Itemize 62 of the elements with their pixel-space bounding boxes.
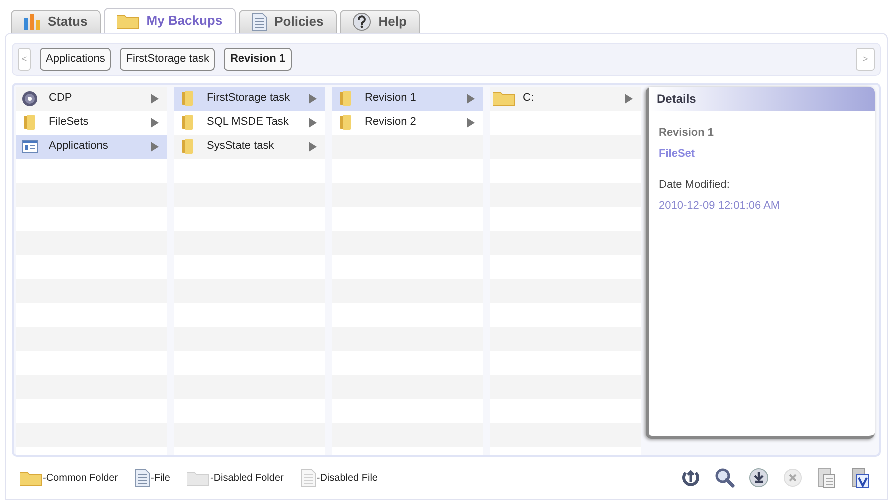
folder-icon	[182, 115, 194, 130]
arrow-icon	[467, 94, 475, 104]
clipboard-check-icon	[852, 467, 870, 490]
date-value: 2010-12-09 12:01:06 AM	[659, 199, 782, 214]
download-icon	[749, 468, 769, 488]
window-icon	[22, 140, 38, 154]
arrow-icon	[467, 118, 475, 128]
tab[interactable]: Status	[11, 10, 101, 33]
item-name: Revision 1	[659, 126, 716, 141]
clipboard-icon	[818, 467, 836, 490]
item-label: Applications	[49, 139, 110, 154]
item-label: SQL MSDE Task	[207, 115, 290, 130]
folder-list-item[interactable]: FirstStorage task	[174, 86, 325, 111]
item-label: C:	[523, 91, 535, 106]
folder-list-item[interactable]: Applications	[16, 134, 167, 159]
item-label: CDP	[49, 91, 74, 106]
document-icon	[252, 13, 267, 31]
search-button[interactable]	[713, 466, 737, 490]
tab[interactable]: Policies	[238, 10, 337, 33]
refresh-icon	[681, 468, 701, 488]
legend-label: -File	[151, 472, 170, 486]
arrow-icon	[151, 142, 159, 152]
item-type: FileSet	[659, 147, 696, 162]
item-label: SysState task	[207, 139, 276, 154]
disc-icon	[22, 90, 38, 107]
folder-list-item[interactable]: Revision 1	[332, 86, 483, 111]
arrow-icon	[309, 118, 317, 128]
arrow-icon	[151, 94, 159, 104]
breadcrumb-button[interactable]: FirstStorage task	[120, 48, 216, 71]
legend-label: -Disabled File	[316, 472, 378, 486]
close-icon	[784, 469, 802, 488]
arrow-icon	[309, 94, 317, 104]
arrow-icon	[309, 142, 317, 152]
arrow-icon	[625, 94, 633, 104]
document-icon	[300, 469, 316, 488]
bar-chart-icon	[24, 14, 40, 30]
download-button[interactable]	[747, 466, 771, 490]
folder-icon	[340, 91, 352, 106]
arrow-icon	[151, 118, 159, 128]
folder-icon	[182, 139, 194, 154]
breadcrumb-button[interactable]: Applications	[40, 48, 112, 71]
item-label: FirstStorage task	[207, 91, 292, 106]
folder-icon	[340, 115, 352, 130]
help-icon	[352, 13, 371, 31]
item-label: FileSets	[49, 115, 90, 130]
item-label: Revision 1	[365, 91, 418, 106]
folder-icon	[20, 470, 42, 486]
folder-icon	[493, 91, 515, 106]
date-label: Date Modified:	[659, 178, 731, 193]
tab[interactable]: My Backups	[104, 8, 236, 33]
greyed-folder-icon	[187, 470, 210, 486]
folder-icon	[24, 115, 36, 130]
search-icon	[715, 468, 735, 488]
tab[interactable]: Help	[340, 10, 420, 33]
legend-label: -Disabled Folder	[210, 472, 284, 486]
legend-label: -Common Folder	[43, 472, 118, 486]
details-title: Details	[657, 90, 696, 108]
folder-icon	[116, 14, 139, 28]
item-label: Revision 2	[365, 115, 418, 130]
folder-icon	[182, 91, 194, 106]
document-icon	[135, 469, 150, 488]
breadcrumb-button[interactable]: Revision 1	[224, 48, 292, 71]
